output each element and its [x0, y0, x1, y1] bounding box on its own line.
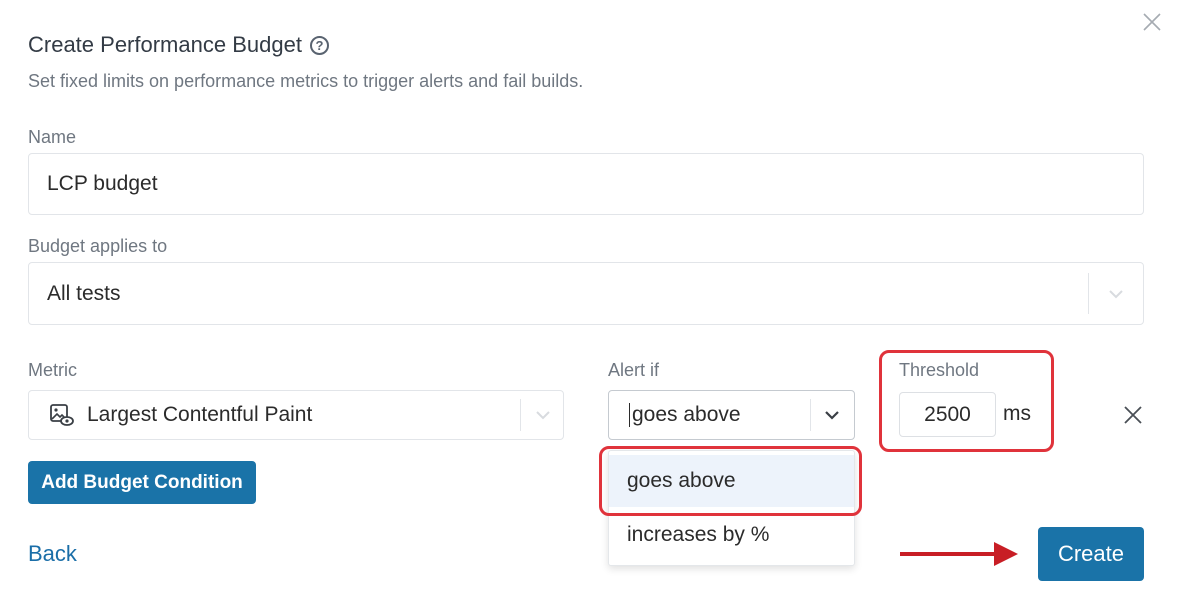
- alert-if-value: goes above: [632, 403, 741, 426]
- threshold-input[interactable]: 2500: [899, 392, 996, 437]
- applies-to-select[interactable]: All tests: [28, 262, 1144, 325]
- menu-item-increases-by[interactable]: increases by %: [609, 509, 854, 561]
- add-budget-condition-button[interactable]: Add Budget Condition: [28, 461, 256, 504]
- alert-if-label: Alert if: [608, 360, 660, 380]
- name-input-value: LCP budget: [47, 172, 158, 195]
- back-link[interactable]: Back: [28, 541, 77, 567]
- create-button[interactable]: Create: [1038, 527, 1144, 581]
- threshold-unit: ms: [1003, 402, 1031, 425]
- select-separator: [520, 399, 521, 431]
- chevron-down-icon[interactable]: [823, 406, 841, 424]
- select-separator: [810, 399, 811, 431]
- metric-label: Metric: [28, 360, 77, 380]
- metric-select[interactable]: Largest Contentful Paint: [28, 390, 564, 440]
- applies-to-label: Budget applies to: [28, 236, 168, 256]
- name-input[interactable]: LCP budget: [28, 153, 1144, 215]
- help-icon[interactable]: ?: [309, 35, 329, 55]
- close-modal-icon[interactable]: [1140, 10, 1164, 34]
- threshold-value: 2500: [924, 402, 971, 426]
- chevron-down-icon[interactable]: [1107, 285, 1125, 303]
- metric-value: Largest Contentful Paint: [87, 403, 313, 426]
- modal-title: Create Performance Budget ?: [28, 32, 329, 58]
- modal-subtitle: Set fixed limits on performance metrics …: [28, 71, 584, 91]
- name-label: Name: [28, 127, 77, 147]
- modal-title-text: Create Performance Budget: [28, 32, 302, 57]
- alert-if-select[interactable]: goes above: [608, 390, 855, 440]
- text-cursor: [629, 403, 630, 427]
- chevron-down-icon[interactable]: [534, 406, 552, 424]
- select-separator: [1088, 273, 1089, 314]
- threshold-label: Threshold: [899, 360, 980, 380]
- highlight-option-box: [599, 446, 862, 516]
- pointer-arrow-icon: [900, 542, 1018, 566]
- remove-condition-icon[interactable]: [1121, 403, 1145, 427]
- image-eye-icon: [50, 404, 74, 426]
- applies-to-value: All tests: [47, 281, 121, 305]
